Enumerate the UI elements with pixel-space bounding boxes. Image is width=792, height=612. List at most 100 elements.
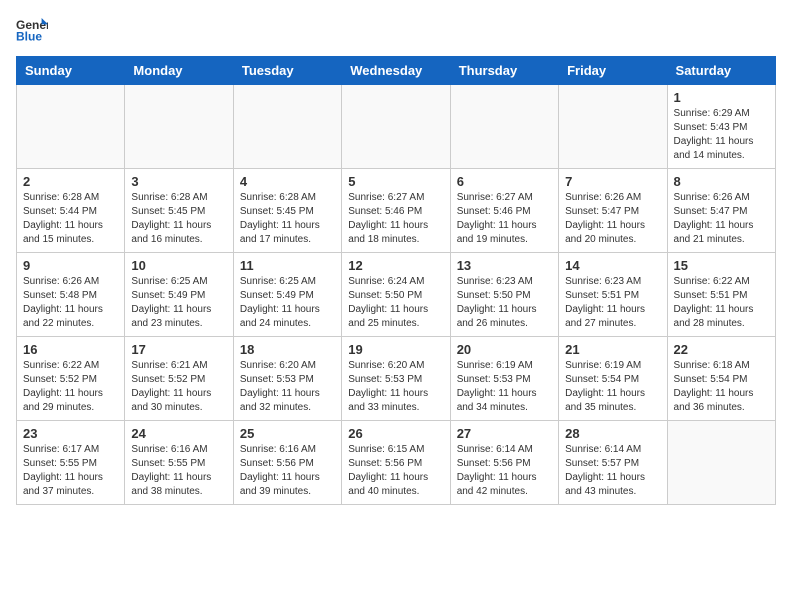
day-info: Sunrise: 6:21 AM Sunset: 5:52 PM Dayligh… (131, 359, 226, 415)
calendar-week-row: 1 Sunrise: 6:29 AM Sunset: 5:43 PM Daylig… (17, 85, 776, 169)
calendar-day-cell: 12 Sunrise: 6:24 AM Sunset: 5:50 PM Dayli… (342, 253, 450, 337)
calendar-day-cell: 18Sunrise: 6:20 AM Sunset: 5:53 PM Dayli… (233, 337, 341, 421)
calendar-day-cell: 1 Sunrise: 6:29 AM Sunset: 5:43 PM Daylig… (667, 85, 775, 169)
day-number: 7 (565, 174, 660, 189)
day-info: Sunrise: 6:18 AM Sunset: 5:54 PM Dayligh… (674, 359, 769, 415)
day-info: Sunrise: 6:15 AM Sunset: 5:56 PM Dayligh… (348, 443, 443, 499)
day-info: Sunrise: 6:28 AM Sunset: 5:45 PM Dayligh… (240, 191, 335, 247)
day-info: Sunrise: 6:16 AM Sunset: 5:56 PM Dayligh… (240, 443, 335, 499)
day-info: Sunrise: 6:19 AM Sunset: 5:54 PM Dayligh… (565, 359, 660, 415)
calendar-day-cell: 14 Sunrise: 6:23 AM Sunset: 5:51 PM Dayli… (559, 253, 667, 337)
weekday-header: Saturday (667, 57, 775, 85)
calendar-day-cell: 8 Sunrise: 6:26 AM Sunset: 5:47 PM Daylig… (667, 169, 775, 253)
day-number: 21 (565, 342, 660, 357)
calendar-day-cell: 21 Sunrise: 6:19 AM Sunset: 5:54 PM Dayli… (559, 337, 667, 421)
day-number: 14 (565, 258, 660, 273)
calendar-day-cell (125, 85, 233, 169)
day-number: 16 (23, 342, 118, 357)
day-number: 15 (674, 258, 769, 273)
calendar-day-cell (17, 85, 125, 169)
calendar-day-cell: 13 Sunrise: 6:23 AM Sunset: 5:50 PM Dayli… (450, 253, 558, 337)
day-info: Sunrise: 6:19 AM Sunset: 5:53 PM Dayligh… (457, 359, 552, 415)
calendar-day-cell: 26 Sunrise: 6:15 AM Sunset: 5:56 PM Dayli… (342, 421, 450, 505)
day-info: Sunrise: 6:24 AM Sunset: 5:50 PM Dayligh… (348, 275, 443, 331)
day-number: 20 (457, 342, 552, 357)
day-number: 8 (674, 174, 769, 189)
weekday-header: Friday (559, 57, 667, 85)
day-number: 27 (457, 426, 552, 441)
calendar-day-cell: 10 Sunrise: 6:25 AM Sunset: 5:49 PM Dayli… (125, 253, 233, 337)
day-number: 11 (240, 258, 335, 273)
day-number: 24 (131, 426, 226, 441)
calendar-day-cell: 28 Sunrise: 6:14 AM Sunset: 5:57 PM Dayli… (559, 421, 667, 505)
calendar-week-row: 9 Sunrise: 6:26 AM Sunset: 5:48 PM Daylig… (17, 253, 776, 337)
calendar-day-cell: 25 Sunrise: 6:16 AM Sunset: 5:56 PM Dayli… (233, 421, 341, 505)
day-info: Sunrise: 6:14 AM Sunset: 5:56 PM Dayligh… (457, 443, 552, 499)
day-info: Sunrise: 6:26 AM Sunset: 5:48 PM Dayligh… (23, 275, 118, 331)
day-info: Sunrise: 6:14 AM Sunset: 5:57 PM Dayligh… (565, 443, 660, 499)
day-info: Sunrise: 6:22 AM Sunset: 5:51 PM Dayligh… (674, 275, 769, 331)
logo-icon: General Blue (16, 16, 48, 44)
day-number: 19 (348, 342, 443, 357)
calendar-week-row: 23 Sunrise: 6:17 AM Sunset: 5:55 PM Dayli… (17, 421, 776, 505)
day-info: Sunrise: 6:25 AM Sunset: 5:49 PM Dayligh… (131, 275, 226, 331)
day-number: 9 (23, 258, 118, 273)
day-info: Sunrise: 6:27 AM Sunset: 5:46 PM Dayligh… (457, 191, 552, 247)
day-number: 10 (131, 258, 226, 273)
calendar-day-cell: 16 Sunrise: 6:22 AM Sunset: 5:52 PM Dayli… (17, 337, 125, 421)
calendar-table: SundayMondayTuesdayWednesdayThursdayFrid… (16, 56, 776, 505)
calendar-day-cell (667, 421, 775, 505)
day-number: 28 (565, 426, 660, 441)
calendar-day-cell: 2Sunrise: 6:28 AM Sunset: 5:44 PM Daylig… (17, 169, 125, 253)
day-number: 26 (348, 426, 443, 441)
calendar-day-cell (233, 85, 341, 169)
day-number: 12 (348, 258, 443, 273)
calendar-day-cell: 27 Sunrise: 6:14 AM Sunset: 5:56 PM Dayli… (450, 421, 558, 505)
calendar-day-cell: 22 Sunrise: 6:18 AM Sunset: 5:54 PM Dayli… (667, 337, 775, 421)
calendar-day-cell: 24Sunrise: 6:16 AM Sunset: 5:55 PM Dayli… (125, 421, 233, 505)
day-number: 13 (457, 258, 552, 273)
day-info: Sunrise: 6:26 AM Sunset: 5:47 PM Dayligh… (674, 191, 769, 247)
calendar-day-cell: 19 Sunrise: 6:20 AM Sunset: 5:53 PM Dayli… (342, 337, 450, 421)
day-number: 2 (23, 174, 118, 189)
calendar-day-cell: 4 Sunrise: 6:28 AM Sunset: 5:45 PM Daylig… (233, 169, 341, 253)
calendar-day-cell (342, 85, 450, 169)
day-number: 22 (674, 342, 769, 357)
calendar-day-cell: 6Sunrise: 6:27 AM Sunset: 5:46 PM Daylig… (450, 169, 558, 253)
logo: General Blue (16, 16, 50, 44)
calendar-day-cell: 15 Sunrise: 6:22 AM Sunset: 5:51 PM Dayli… (667, 253, 775, 337)
weekday-header: Thursday (450, 57, 558, 85)
calendar-day-cell: 3 Sunrise: 6:28 AM Sunset: 5:45 PM Daylig… (125, 169, 233, 253)
calendar-day-cell: 17Sunrise: 6:21 AM Sunset: 5:52 PM Dayli… (125, 337, 233, 421)
day-info: Sunrise: 6:27 AM Sunset: 5:46 PM Dayligh… (348, 191, 443, 247)
day-info: Sunrise: 6:17 AM Sunset: 5:55 PM Dayligh… (23, 443, 118, 499)
calendar-day-cell: 20 Sunrise: 6:19 AM Sunset: 5:53 PM Dayli… (450, 337, 558, 421)
calendar-day-cell (450, 85, 558, 169)
day-info: Sunrise: 6:20 AM Sunset: 5:53 PM Dayligh… (348, 359, 443, 415)
calendar-day-cell: 23 Sunrise: 6:17 AM Sunset: 5:55 PM Dayli… (17, 421, 125, 505)
calendar-week-row: 2Sunrise: 6:28 AM Sunset: 5:44 PM Daylig… (17, 169, 776, 253)
day-info: Sunrise: 6:23 AM Sunset: 5:51 PM Dayligh… (565, 275, 660, 331)
day-info: Sunrise: 6:26 AM Sunset: 5:47 PM Dayligh… (565, 191, 660, 247)
weekday-header: Wednesday (342, 57, 450, 85)
day-number: 25 (240, 426, 335, 441)
day-info: Sunrise: 6:22 AM Sunset: 5:52 PM Dayligh… (23, 359, 118, 415)
day-info: Sunrise: 6:29 AM Sunset: 5:43 PM Dayligh… (674, 107, 769, 163)
weekday-header: Sunday (17, 57, 125, 85)
calendar-day-cell: 9 Sunrise: 6:26 AM Sunset: 5:48 PM Daylig… (17, 253, 125, 337)
day-number: 5 (348, 174, 443, 189)
day-number: 18 (240, 342, 335, 357)
day-number: 1 (674, 90, 769, 105)
weekday-header: Tuesday (233, 57, 341, 85)
calendar-day-cell: 5 Sunrise: 6:27 AM Sunset: 5:46 PM Daylig… (342, 169, 450, 253)
svg-text:Blue: Blue (16, 29, 42, 43)
day-info: Sunrise: 6:23 AM Sunset: 5:50 PM Dayligh… (457, 275, 552, 331)
calendar-day-cell: 11Sunrise: 6:25 AM Sunset: 5:49 PM Dayli… (233, 253, 341, 337)
day-number: 4 (240, 174, 335, 189)
weekday-header: Monday (125, 57, 233, 85)
day-info: Sunrise: 6:28 AM Sunset: 5:45 PM Dayligh… (131, 191, 226, 247)
day-number: 3 (131, 174, 226, 189)
calendar-week-row: 16 Sunrise: 6:22 AM Sunset: 5:52 PM Dayli… (17, 337, 776, 421)
day-number: 23 (23, 426, 118, 441)
calendar-day-cell: 7 Sunrise: 6:26 AM Sunset: 5:47 PM Daylig… (559, 169, 667, 253)
